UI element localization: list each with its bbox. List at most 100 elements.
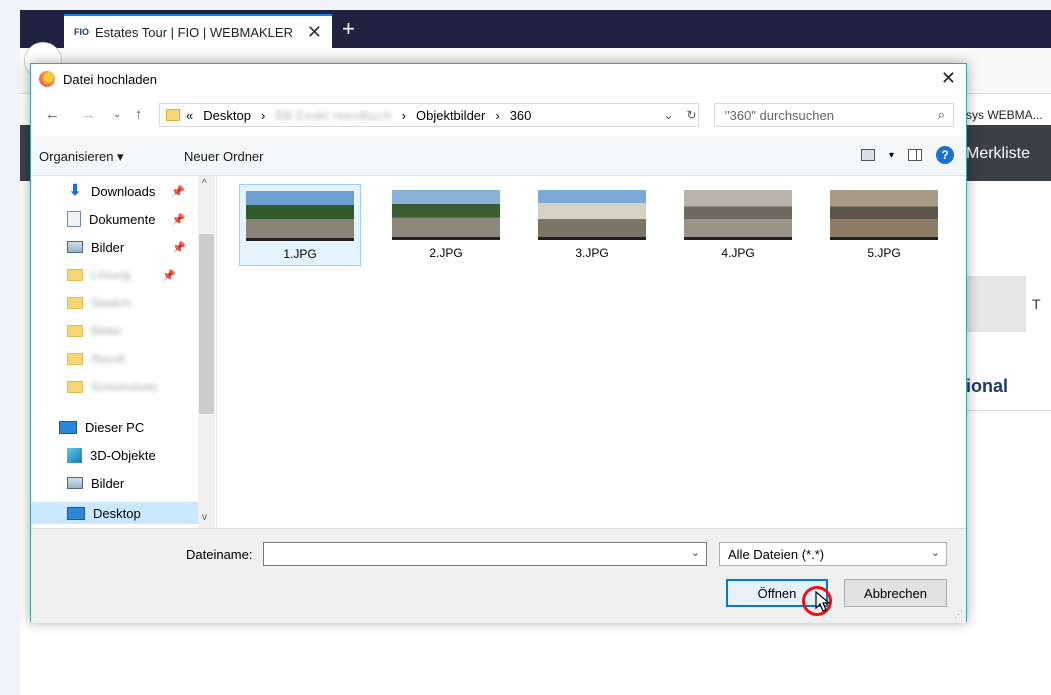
pin-icon[interactable]: 📌 [162, 269, 176, 282]
nav-item-label: Screenshots [91, 380, 158, 394]
cancel-button[interactable]: Abbrechen [844, 579, 947, 607]
view-mode-icon[interactable] [860, 149, 875, 161]
nav-scrollbar[interactable]: ^ v [198, 176, 215, 528]
nav-item-folder-1[interactable]: Lösung 📌 [67, 264, 176, 286]
folder-icon [166, 109, 180, 121]
nav-item-folder-4[interactable]: Recolt [67, 348, 125, 370]
breadcrumb-separator: › [260, 107, 266, 123]
nav-item-folder-2[interactable]: Swatch [67, 292, 130, 314]
back-arrow-icon[interactable]: ← [45, 106, 60, 123]
3d-objects-icon [67, 447, 82, 463]
up-arrow-icon[interactable]: ↑ [135, 106, 143, 123]
breadcrumb-360[interactable]: 360 [510, 108, 532, 123]
image-thumbnail [830, 190, 938, 240]
tab-bar: FIO Estates Tour | FIO | WEBMAKLER ✕ + [20, 10, 1051, 48]
navigation-pane: ⬇ Downloads 📌 Dokumente 📌 Bilder 📌 Lösun… [31, 176, 216, 528]
dialog-title: Datei hochladen [63, 71, 157, 87]
page-heading: ional [966, 376, 1009, 396]
tab-close-icon[interactable]: ✕ [307, 22, 322, 43]
search-placeholder: "360" durchsuchen [725, 107, 834, 123]
file-item[interactable]: 4.JPG [677, 184, 799, 266]
nav-item-label: 3D-Objekte [90, 447, 156, 463]
file-item[interactable]: 2.JPG [385, 184, 507, 266]
file-type-value: Alle Dateien (*.*) [728, 546, 825, 562]
browser-tab[interactable]: FIO Estates Tour | FIO | WEBMAKLER ✕ [64, 14, 332, 48]
file-item[interactable]: 3.JPG [531, 184, 653, 266]
breadcrumb-prefix: « [186, 107, 194, 123]
mouse-cursor-icon [815, 590, 831, 612]
nav-item-label: Swatch [91, 296, 131, 310]
nav-item-pictures[interactable]: Bilder 📌 [67, 236, 186, 258]
nav-item-folder-3[interactable]: Bilder [67, 320, 122, 342]
breadcrumb-folder[interactable]: BB Exakt Handbuch [275, 108, 391, 123]
file-upload-dialog: Datei hochladen ✕ ← → ⌄ ↑ « Desktop › BB… [30, 63, 967, 623]
nav-item-pictures-pc[interactable]: Bilder [67, 472, 124, 494]
address-row: ← → ⌄ ↑ « Desktop › BB Exakt Handbuch › … [31, 100, 966, 130]
chevron-down-icon[interactable]: ⌄ [691, 546, 700, 559]
chevron-down-icon[interactable]: ⌄ [663, 108, 673, 122]
filename-input[interactable]: ⌄ [263, 542, 707, 566]
divider [966, 410, 1051, 411]
breadcrumb-desktop[interactable]: Desktop [203, 108, 251, 123]
help-icon[interactable]: ? [936, 146, 954, 164]
tab-area [966, 276, 1026, 332]
folder-icon [67, 325, 83, 337]
nav-item-label: Desktop [93, 505, 141, 521]
nav-item-downloads[interactable]: ⬇ Downloads 📌 [67, 180, 185, 202]
pictures-icon [67, 241, 83, 253]
nav-item-3d-objects[interactable]: 3D-Objekte [67, 444, 156, 466]
firefox-icon [39, 71, 55, 87]
new-folder-button[interactable]: Neuer Ordner [184, 149, 263, 164]
file-name: 3.JPG [575, 246, 609, 260]
chevron-down-icon[interactable]: ▾ [889, 150, 894, 161]
file-item[interactable]: 5.JPG [823, 184, 945, 266]
breadcrumb-objektbilder[interactable]: Objektbilder [416, 108, 485, 123]
file-item[interactable]: 1.JPG [239, 184, 361, 266]
search-icon[interactable]: ⌕ [938, 107, 945, 123]
partial-tab-label[interactable]: T [1032, 296, 1041, 312]
fio-logo-icon: FIO [74, 27, 89, 37]
new-tab-button[interactable]: + [342, 16, 355, 42]
file-type-select[interactable]: Alle Dateien (*.*) ⌄ [719, 542, 947, 566]
image-thumbnail [246, 191, 354, 241]
forward-arrow-icon[interactable]: → [81, 106, 96, 123]
recent-locations-chevron-icon[interactable]: ⌄ [113, 109, 121, 120]
resize-grip-icon[interactable]: ⋰ [954, 609, 963, 620]
download-icon: ⬇ [68, 182, 82, 199]
scroll-down-icon[interactable]: v [202, 512, 207, 523]
nav-item-label: Recolt [91, 352, 126, 366]
image-thumbnail [684, 190, 792, 240]
nav-link-merkliste[interactable]: Merkliste [966, 145, 1030, 163]
breadcrumb[interactable]: « Desktop › BB Exakt Handbuch › Objektbi… [159, 103, 699, 127]
image-thumbnail [538, 190, 646, 240]
scrollbar-thumb[interactable] [199, 234, 214, 414]
preview-pane-icon[interactable] [908, 149, 922, 161]
document-icon [67, 211, 81, 227]
nav-item-label: Bilder [91, 324, 122, 338]
address-controls: ⌄ ↻ [657, 103, 703, 127]
pin-icon[interactable]: 📌 [171, 185, 185, 198]
file-name: 1.JPG [283, 247, 317, 261]
close-icon[interactable]: ✕ [941, 68, 956, 89]
bookmark-item[interactable]: sys WEBMA... [966, 108, 1043, 122]
tab-title: Estates Tour | FIO | WEBMAKLER [95, 24, 293, 40]
nav-item-desktop[interactable]: Desktop [31, 502, 198, 524]
breadcrumb-separator: › [495, 107, 500, 123]
nav-item-label: Bilder [91, 475, 125, 491]
search-input[interactable]: "360" durchsuchen ⌕ [714, 103, 954, 127]
nav-item-this-pc[interactable]: Dieser PC [59, 416, 144, 438]
dialog-toolbar: Organisieren ▾ Neuer Ordner ▾ ? [31, 136, 966, 176]
scroll-up-icon[interactable]: ^ [202, 178, 207, 189]
pin-icon[interactable]: 📌 [171, 213, 185, 226]
nav-item-label: Downloads [91, 183, 156, 199]
file-name: 2.JPG [429, 246, 463, 260]
organize-button[interactable]: Organisieren ▾ [39, 149, 124, 165]
nav-item-folder-5[interactable]: Screenshots [67, 376, 158, 398]
chevron-down-icon[interactable]: ⌄ [931, 546, 940, 559]
breadcrumb-separator: › [401, 107, 406, 123]
pin-icon[interactable]: 📌 [172, 241, 186, 254]
nav-item-label: Lösung [91, 268, 131, 282]
refresh-icon[interactable]: ↻ [686, 108, 696, 122]
nav-item-documents[interactable]: Dokumente 📌 [67, 208, 185, 230]
file-name: 4.JPG [721, 246, 755, 260]
